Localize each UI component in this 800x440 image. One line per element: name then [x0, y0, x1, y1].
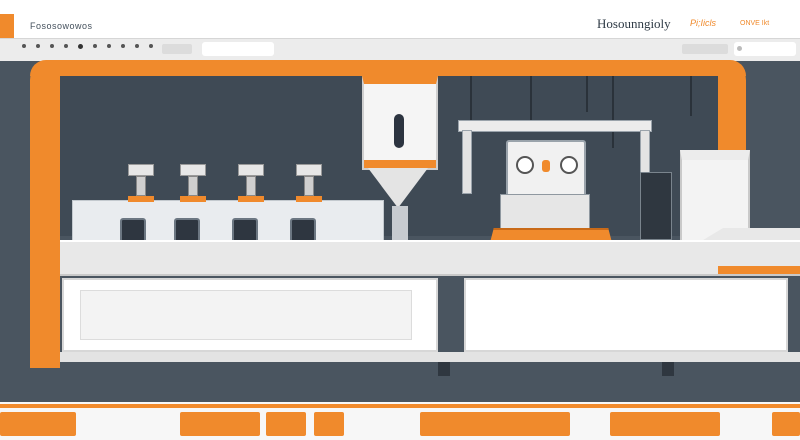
cable	[612, 76, 614, 148]
brand-title: Hosounngioly	[597, 16, 671, 31]
machine-foot	[438, 362, 450, 376]
frame-left-post	[30, 60, 60, 368]
machine-foot	[662, 362, 674, 376]
toolbar-pill[interactable]	[162, 44, 192, 54]
frame-top-beam	[30, 60, 746, 76]
cable	[690, 76, 692, 116]
floor-block	[420, 412, 570, 436]
press-head	[506, 140, 586, 198]
toolbar-dot[interactable]	[64, 44, 68, 48]
forming-head	[296, 164, 322, 202]
floor-block	[0, 412, 76, 436]
cable	[530, 76, 532, 124]
gauge-icon	[560, 156, 578, 174]
floor-block	[772, 412, 800, 436]
floor-block	[180, 412, 260, 436]
base-cabinet-left	[62, 278, 438, 352]
toolbar-dot[interactable]	[50, 44, 54, 48]
brand-tag: Pi;Iicls	[690, 18, 717, 28]
floor-block	[266, 412, 306, 436]
base-plinth	[60, 352, 800, 362]
indicator-light	[542, 160, 550, 172]
hopper-unit	[362, 76, 438, 170]
search-field-right[interactable]	[734, 42, 796, 56]
cabinet-panel	[80, 290, 412, 340]
toolbar-pill-right[interactable]	[682, 44, 728, 54]
floor-block	[314, 412, 344, 436]
forming-head	[238, 164, 264, 202]
toolbar-dot[interactable]	[135, 44, 139, 48]
hopper-funnel	[368, 168, 428, 208]
floor-strip	[0, 402, 800, 440]
toolbar-dot[interactable]	[107, 44, 111, 48]
press-gantry	[458, 120, 652, 132]
base-cabinet-right	[464, 278, 788, 352]
toolbar-strip	[0, 38, 800, 61]
hopper-neck	[392, 206, 408, 242]
hopper-window	[394, 114, 404, 148]
toolbar-dot[interactable]	[121, 44, 125, 48]
press-body	[500, 194, 590, 230]
forming-head	[180, 164, 206, 202]
gantry-post	[462, 130, 472, 194]
cable	[586, 76, 588, 112]
toolbar-dot[interactable]	[22, 44, 26, 48]
machine-bed	[60, 240, 800, 276]
toolbar-dot[interactable]	[36, 44, 40, 48]
output-ledge	[718, 266, 800, 274]
machine-illustration	[0, 60, 800, 440]
brand-small-label: ONVE Ikt	[740, 20, 770, 27]
floor-block	[610, 412, 720, 436]
toolbar-dots	[22, 44, 167, 49]
toolbar-dot[interactable]	[93, 44, 97, 48]
frame-right-post	[718, 60, 746, 152]
app-title: Fososowowos	[30, 21, 93, 31]
toolbar-dot[interactable]	[78, 44, 83, 49]
top-bar: Fososowowos Hosounngioly Pi;Iicls ONVE I…	[0, 0, 800, 61]
gauge-icon	[516, 156, 534, 174]
floor-band	[0, 404, 800, 408]
hopper-band	[364, 160, 436, 168]
forming-head	[128, 164, 154, 202]
actuator-stack	[640, 172, 672, 240]
toolbar-dot[interactable]	[149, 44, 153, 48]
search-input[interactable]	[202, 42, 274, 56]
